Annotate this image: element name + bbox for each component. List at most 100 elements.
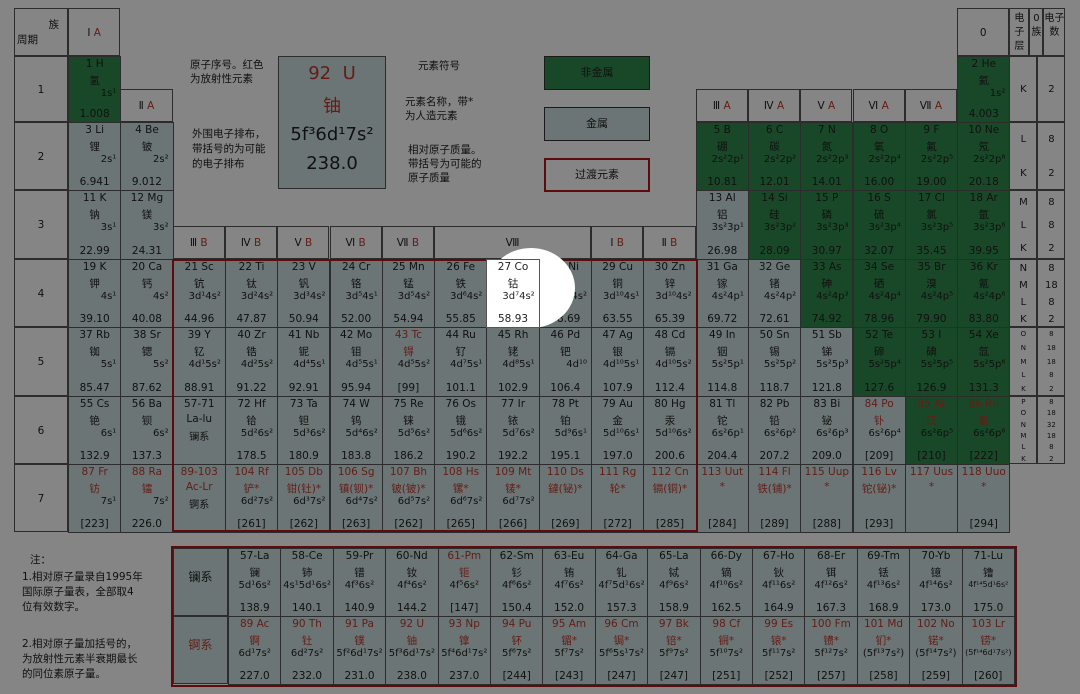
element-41-Nb[interactable]: 41 Nb 铌 4d⁴5s¹ 92.91 xyxy=(277,327,331,397)
element-106-Sg[interactable]: 106 Sg 镇(钡)* 6d⁴7s² [263] xyxy=(329,464,383,533)
actinide-92U[interactable]: 92 U 铀 5f³6d¹7s² 238.0 xyxy=(385,616,439,685)
element-83-Bi[interactable]: 83 Bi 铋 6s²6p³ 209.0 xyxy=(800,396,854,465)
actinide-89Ac[interactable]: 89 Ac 锕 6d¹7s² 227.0 xyxy=(228,616,282,685)
element-21-Sc[interactable]: 21 Sc 钪 3d¹4s² 44.96 xyxy=(172,259,226,328)
element-38-Sr[interactable]: 38 Sr 锶 5s² 87.62 xyxy=(120,327,174,397)
lanthanide-63-Eu[interactable]: 63-Eu 铕 4f⁷6s² 152.0 xyxy=(542,548,596,617)
element-54-Xe[interactable]: 54 Xe 氙 5s²5p⁶ 131.3 xyxy=(957,327,1011,397)
element-40-Zr[interactable]: 40 Zr 锆 4d²5s² 91.22 xyxy=(224,327,279,397)
element-86-Rn[interactable]: 86 Rn 氡 6s²6p⁶ [222] xyxy=(957,396,1011,465)
element-82-Pb[interactable]: 82 Pb 铅 6s²6p² 207.2 xyxy=(747,396,802,465)
element-113-Uut[interactable]: 113 Uut * [284] xyxy=(695,464,749,533)
lanthanide-61-Pm[interactable]: 61-Pm 钷 4f⁵6s² [147] xyxy=(437,548,491,617)
element-3-Li[interactable]: 3 Li 锂 2s¹ 6.941 xyxy=(68,122,122,191)
lanthanide-70-Yb[interactable]: 70-Yb 镱 4f¹⁴6s² 173.0 xyxy=(909,548,963,617)
element-1-H[interactable]: 1 H 氢 1s¹ 1.008 xyxy=(68,56,122,123)
element-17-Cl[interactable]: 17 Cl 氯 3s²3p⁵ 35.45 xyxy=(904,190,959,260)
actinide-102No[interactable]: 102 No 锘* (5f¹⁴7s²) [259] xyxy=(909,616,963,685)
actinide-100Fm[interactable]: 100 Fm 镄* 5f¹²7s² [257] xyxy=(804,616,858,685)
element-33-As[interactable]: 33 As 砷 4s²4p³ 74.92 xyxy=(800,259,854,328)
element-89-103[interactable]: 89-103 Ac-Lr 锕系 xyxy=(172,464,226,533)
element-5-B[interactable]: 5 B 硼 2s²2p¹ 10.81 xyxy=(695,122,749,191)
element-22-Ti[interactable]: 22 Ti 钛 3d²4s² 47.87 xyxy=(224,259,279,328)
actinide-96Cm[interactable]: 96 Cm 锔* 5f⁶5s¹7s² [247] xyxy=(594,616,649,685)
element-115-Uup[interactable]: 115 Uup * [288] xyxy=(800,464,854,533)
element-78-Pt[interactable]: 78 Pt 铂 5d⁹6s¹ 195.1 xyxy=(538,396,592,465)
element-50-Sn[interactable]: 50 Sn 锡 5s²5p² 118.7 xyxy=(747,327,802,397)
element-26-Fe[interactable]: 26 Fe 铁 3d⁶4s² 55.85 xyxy=(434,259,488,328)
element-44-Ru[interactable]: 44 Ru 钌 4d⁷5s¹ 101.1 xyxy=(434,327,488,397)
element-88-Ra[interactable]: 88 Ra 镭 7s² 226.0 xyxy=(120,464,174,533)
actinide-91Pa[interactable]: 91 Pa 镤 5f²6d¹7s² 231.0 xyxy=(332,616,387,685)
element-74-W[interactable]: 74 W 钨 5d⁴6s² 183.8 xyxy=(329,396,383,465)
element-34-Se[interactable]: 34 Se 硒 4s²4p⁴ 78.96 xyxy=(852,259,906,328)
lanthanide-64-Ga[interactable]: 64-Ga 钆 4f⁷5d¹6s² 157.3 xyxy=(594,548,649,617)
element-107-Bh[interactable]: 107 Bh 铍(铍)* 6d⁵7s² [262] xyxy=(381,464,436,533)
actinide-95Am[interactable]: 95 Am 镅* 5f⁷7s² [243] xyxy=(542,616,596,685)
element-35-Br[interactable]: 35 Br 溴 4s²4p⁵ 79.90 xyxy=(904,259,959,328)
element-77-Ir[interactable]: 77 Ir 铱 5d⁷6s² 192.2 xyxy=(486,396,540,465)
element-46-Pd[interactable]: 46 Pd 钯 4d¹⁰ 106.4 xyxy=(538,327,592,397)
element-47-Ag[interactable]: 47 Ag 银 4d¹⁰5s¹ 107.9 xyxy=(591,327,645,397)
element-117-Uus[interactable]: 117 Uus * xyxy=(904,464,959,533)
lanthanide-69-Tm[interactable]: 69-Tm 铥 4f¹³6s² 168.9 xyxy=(856,548,911,617)
element-2-He[interactable]: 2 He 氦 1s² 4.003 xyxy=(957,56,1011,123)
element-14-Si[interactable]: 14 Si 硅 3s²3p² 28.09 xyxy=(747,190,802,260)
element-30-Zn[interactable]: 30 Zn 锌 3d¹⁰4s² 65.39 xyxy=(643,259,697,328)
element-25-Mn[interactable]: 25 Mn 锰 3d⁵4s² 54.94 xyxy=(381,259,436,328)
element-80-Hg[interactable]: 80 Hg 汞 5d¹⁰6s² 200.6 xyxy=(643,396,697,465)
element-85-At[interactable]: 85 At 砹 6s²6p⁵ [210] xyxy=(904,396,959,465)
element-36-Kr[interactable]: 36 Kr 氪 4s²4p⁶ 83.80 xyxy=(957,259,1011,328)
element-39-Y[interactable]: 39 Y 钇 4d¹5s² 88.91 xyxy=(172,327,226,397)
element-27-Co[interactable]: 27 Co 钴 3d⁷4s² 58.93 xyxy=(486,259,540,328)
element-57-71[interactable]: 57-71 La-lu 镧系 xyxy=(172,396,226,465)
actinide-101Md[interactable]: 101 Md 钔* (5f¹³7s²) [258] xyxy=(856,616,911,685)
element-118-Uuo[interactable]: 118 Uuo * [294] xyxy=(957,464,1011,533)
element-13-Al[interactable]: 13 Al 铝 3s²3p¹ 26.98 xyxy=(695,190,749,260)
element-37-Rb[interactable]: 37 Rb 铷 5s¹ 85.47 xyxy=(68,327,122,397)
element-9-F[interactable]: 9 F 氟 2s²2p⁵ 19.00 xyxy=(904,122,959,191)
lanthanide-59-Pr[interactable]: 59-Pr 镨 4f³6s² 140.9 xyxy=(332,548,387,617)
element-55-Cs[interactable]: 55 Cs 铯 6s¹ 132.9 xyxy=(68,396,122,465)
element-11-K[interactable]: 11 K 钠 3s¹ 22.99 xyxy=(68,190,122,260)
element-4-Be[interactable]: 4 Be 铍 2s² 9.012 xyxy=(120,122,174,191)
element-20-Ca[interactable]: 20 Ca 钙 4s² 40.08 xyxy=(120,259,174,328)
lanthanide-67-Ho[interactable]: 67-Ho 钬 4f¹¹6s² 164.9 xyxy=(752,548,806,617)
element-104-Rf[interactable]: 104 Rf 铲* 6d²7s² [261] xyxy=(224,464,279,533)
lanthanide-68-Er[interactable]: 68-Er 铒 4f¹²6s² 167.3 xyxy=(804,548,858,617)
element-12-Mg[interactable]: 12 Mg 镁 3s² 24.31 xyxy=(120,190,174,260)
element-19-K[interactable]: 19 K 钾 4s¹ 39.10 xyxy=(68,259,122,328)
actinide-99Es[interactable]: 99 Es 锿* 5f¹¹7s² [252] xyxy=(752,616,806,685)
element-56-Ba[interactable]: 56 Ba 钡 6s² 137.3 xyxy=(120,396,174,465)
element-15-P[interactable]: 15 P 磷 3s²3p³ 30.97 xyxy=(800,190,854,260)
element-105-Db[interactable]: 105 Db 钳(钍)* 6d³7s² [262] xyxy=(277,464,331,533)
actinide-97Bk[interactable]: 97 Bk 锫* 5f⁹7s² [247] xyxy=(647,616,701,685)
element-73-Ta[interactable]: 73 Ta 钽 5d³6s² 180.9 xyxy=(277,396,331,465)
element-114-Fl[interactable]: 114 Fl 铁(铺)* [289] xyxy=(747,464,802,533)
element-18-Ar[interactable]: 18 Ar 氩 3s²3p⁶ 39.95 xyxy=(957,190,1011,260)
element-7-N[interactable]: 7 N 氮 2s²2p³ 14.01 xyxy=(800,122,854,191)
element-43-Tc[interactable]: 43 Tc 锝 4d⁵5s² [99] xyxy=(381,327,436,397)
element-31-Ga[interactable]: 31 Ga 镓 4s²4p¹ 69.72 xyxy=(695,259,749,328)
element-28-Ni[interactable]: 28 Ni 镍 3d⁸4s² 58.69 xyxy=(538,259,592,328)
element-87-Fr[interactable]: 87 Fr 钫 7s¹ [223] xyxy=(68,464,122,533)
element-110-Ds[interactable]: 110 Ds 鐽(铋)* [269] xyxy=(538,464,592,533)
element-76-Os[interactable]: 76 Os 锇 5d⁶6s² 190.2 xyxy=(434,396,488,465)
lanthanide-62-Sm[interactable]: 62-Sm 钐 4f⁶6s² 150.4 xyxy=(490,548,544,617)
lanthanide-66-Dy[interactable]: 66-Dy 镝 4f¹⁰6s² 162.5 xyxy=(699,548,753,617)
element-16-S[interactable]: 16 S 硫 3s²3p⁴ 32.07 xyxy=(852,190,906,260)
element-112-Cn[interactable]: 112 Cn 镉(铜)* [285] xyxy=(643,464,697,533)
lanthanide-65-La[interactable]: 65-La 铽 4f⁹6s² 158.9 xyxy=(647,548,701,617)
lanthanide-71-Lu[interactable]: 71-Lu 镥 4f¹⁴5d¹6s² 175.0 xyxy=(961,548,1015,617)
element-81-Tl[interactable]: 81 Tl 铊 6s²6p¹ 204.4 xyxy=(695,396,749,465)
element-29-Cu[interactable]: 29 Cu 铜 3d¹⁰4s¹ 63.55 xyxy=(591,259,645,328)
element-6-C[interactable]: 6 C 碳 2s²2p² 12.01 xyxy=(747,122,802,191)
element-109-Mt[interactable]: 109 Mt 鿏* 6d⁷7s² [266] xyxy=(486,464,540,533)
actinide-98Cf[interactable]: 98 Cf 锎* 5f¹⁰7s² [251] xyxy=(699,616,753,685)
element-42-Mo[interactable]: 42 Mo 钼 4d⁵5s¹ 95.94 xyxy=(329,327,383,397)
element-79-Au[interactable]: 79 Au 金 5d¹⁰6s¹ 197.0 xyxy=(591,396,645,465)
element-23-V[interactable]: 23 V 钒 3d³4s² 50.94 xyxy=(277,259,331,328)
lanthanide-57-La[interactable]: 57-La 镧 5d¹6s² 138.9 xyxy=(228,548,282,617)
actinide-94Pu[interactable]: 94 Pu 钚 5f⁶7s² [244] xyxy=(490,616,544,685)
element-72-Hf[interactable]: 72 Hf 铪 5d²6s² 178.5 xyxy=(224,396,279,465)
